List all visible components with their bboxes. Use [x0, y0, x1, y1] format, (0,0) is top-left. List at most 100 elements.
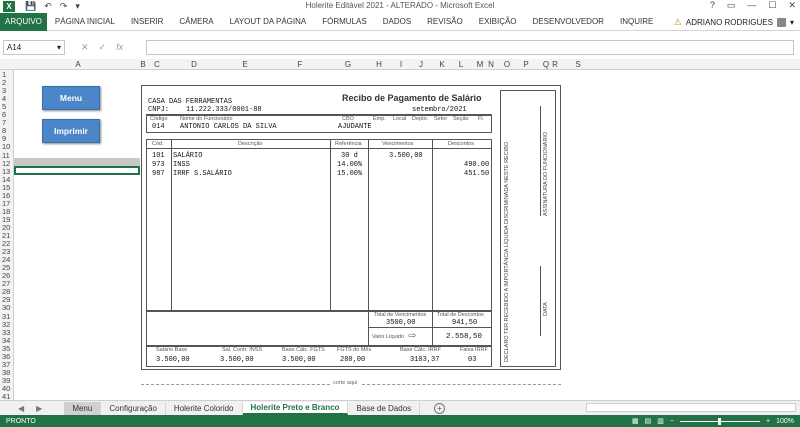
menu-button[interactable]: Menu: [42, 86, 100, 110]
minimize-icon[interactable]: —: [747, 0, 756, 11]
tab-formulas[interactable]: FÓRMULAS: [314, 17, 374, 26]
column-header[interactable]: G: [345, 60, 351, 69]
tab-page-layout[interactable]: LAYOUT DA PÁGINA: [222, 17, 315, 26]
prev-sheet-icon[interactable]: ◀: [18, 404, 24, 413]
column-header[interactable]: L: [459, 60, 463, 69]
column-header[interactable]: J: [419, 60, 423, 69]
column-header[interactable]: O: [504, 60, 510, 69]
column-header[interactable]: F: [298, 60, 303, 69]
column-header[interactable]: Q: [543, 60, 549, 69]
sheet-tab-colorido[interactable]: Holerite Colorido: [166, 401, 243, 415]
date-label: DATA: [543, 302, 549, 316]
tab-view[interactable]: EXIBIÇÃO: [471, 17, 525, 26]
payslip-receipt: CASA DAS FERRAMENTAS CNPJ: 11.222.333/00…: [141, 85, 561, 370]
item-ref: 30 d: [341, 152, 358, 160]
employee-name: ANTONIO CARLOS DA SILVA: [180, 123, 277, 131]
maximize-icon[interactable]: ☐: [768, 0, 776, 11]
column-header[interactable]: D: [191, 60, 197, 69]
col-divider: [368, 311, 369, 346]
help-icon[interactable]: ?: [710, 0, 715, 11]
cancel-icon[interactable]: ✕: [81, 42, 89, 53]
sheet-tab-menu[interactable]: Menu: [64, 401, 102, 415]
add-sheet-icon[interactable]: +: [434, 402, 446, 414]
item-desc: IRRF S.SALÁRIO: [173, 170, 232, 178]
zoom-control: ▦ ▤ ▥ − + 100%: [632, 417, 794, 425]
tab-data[interactable]: DADOS: [375, 17, 419, 26]
footer-value: 280,00: [340, 356, 366, 364]
col-divider: [368, 139, 369, 311]
column-header[interactable]: I: [400, 60, 402, 69]
zoom-slider-knob[interactable]: [718, 417, 721, 425]
sheet-nav: ◀ ▶: [18, 404, 42, 413]
th-ref: Referência: [335, 141, 362, 147]
column-header[interactable]: P: [523, 60, 528, 69]
tab-home[interactable]: PÁGINA INICIAL: [47, 17, 123, 26]
column-header[interactable]: A: [75, 60, 80, 69]
tab-insert[interactable]: INSERIR: [123, 17, 171, 26]
tab-camera[interactable]: CÂMERA: [171, 17, 221, 26]
next-sheet-icon[interactable]: ▶: [36, 404, 42, 413]
insert-function-icon[interactable]: fx: [116, 42, 123, 53]
sheet-tab-config[interactable]: Configuração: [101, 401, 166, 415]
employee-role: AJUDANTE: [338, 123, 372, 131]
item-cod: 973: [152, 161, 165, 169]
table-header-divider: [146, 148, 492, 149]
tab-file[interactable]: ARQUIVO: [0, 12, 47, 31]
zoom-slider[interactable]: [680, 417, 760, 425]
column-header[interactable]: C: [154, 60, 160, 69]
declaration-text: DECLARO TER RECEBIDO A IMPORTÂNCIA LÍQUI…: [504, 141, 510, 362]
footer-label: FGTS do Mês: [337, 347, 372, 353]
total-venc-value: 3500,00: [386, 319, 416, 327]
chevron-down-icon[interactable]: ▾: [57, 43, 61, 52]
tab-developer[interactable]: DESENVOLVEDOR: [525, 17, 612, 26]
enter-icon[interactable]: ✓: [99, 42, 107, 53]
item-desc: INSS: [173, 161, 190, 169]
window-controls: ? ▭ — ☐ ✕: [710, 0, 796, 11]
active-cell[interactable]: [14, 166, 140, 175]
sheet-tab-base-dados[interactable]: Base de Dados: [348, 401, 421, 415]
net-value: 2.558,50: [446, 333, 483, 341]
sheet-tab-preto-branco[interactable]: Holerite Preto e Branco: [242, 401, 349, 415]
footer-value: 3.500,00: [282, 356, 316, 364]
column-header[interactable]: E: [242, 60, 247, 69]
column-header[interactable]: N: [488, 60, 494, 69]
name-box[interactable]: A14 ▾: [3, 39, 65, 55]
col-divider: [432, 139, 433, 311]
redo-icon[interactable]: ↷: [60, 1, 68, 12]
receipt-title: Recibo de Pagamento de Salário: [342, 93, 482, 103]
th-descontos: Descontos: [448, 141, 474, 147]
undo-icon[interactable]: ↶: [44, 1, 52, 12]
formula-input[interactable]: [146, 39, 794, 55]
footer-label: Salário Base: [156, 347, 188, 353]
column-header[interactable]: M: [477, 60, 484, 69]
formula-bar: A14 ▾ ✕ ✓ fx: [0, 38, 800, 56]
normal-view-icon[interactable]: ▦: [632, 417, 639, 425]
print-button[interactable]: Imprimir: [42, 119, 100, 143]
cbo-label: CBO: [342, 116, 354, 122]
cnpj-value: 11.222.333/0001-88: [186, 106, 262, 114]
save-icon[interactable]: 💾: [25, 1, 36, 12]
tab-inquire[interactable]: INQUIRE: [612, 17, 661, 26]
column-header[interactable]: R: [552, 60, 558, 69]
tab-review[interactable]: REVISÃO: [419, 17, 471, 26]
column-header[interactable]: S: [575, 60, 580, 69]
emp-label: Emp.: [373, 116, 386, 122]
column-header[interactable]: B: [140, 60, 145, 69]
avatar: [776, 18, 786, 27]
zoom-out-icon[interactable]: −: [670, 418, 674, 425]
footer-value: 3.500,00: [156, 356, 190, 364]
column-header[interactable]: H: [376, 60, 382, 69]
page-layout-view-icon[interactable]: ▤: [645, 417, 652, 425]
close-icon[interactable]: ✕: [788, 0, 796, 11]
code-label: Código: [150, 116, 168, 122]
customize-qat-icon[interactable]: ▾: [75, 1, 80, 12]
ribbon-options-icon[interactable]: ▭: [727, 0, 736, 11]
user-account[interactable]: ⚠ ADRIANO RODRIGUES ▾: [674, 17, 794, 28]
col-divider: [432, 311, 433, 346]
horizontal-scrollbar[interactable]: [586, 403, 796, 412]
zoom-in-icon[interactable]: +: [766, 418, 770, 425]
page-break-view-icon[interactable]: ▥: [657, 417, 664, 425]
period: setembro/2021: [412, 106, 467, 114]
column-header[interactable]: K: [439, 60, 444, 69]
zoom-level[interactable]: 100%: [776, 418, 794, 425]
